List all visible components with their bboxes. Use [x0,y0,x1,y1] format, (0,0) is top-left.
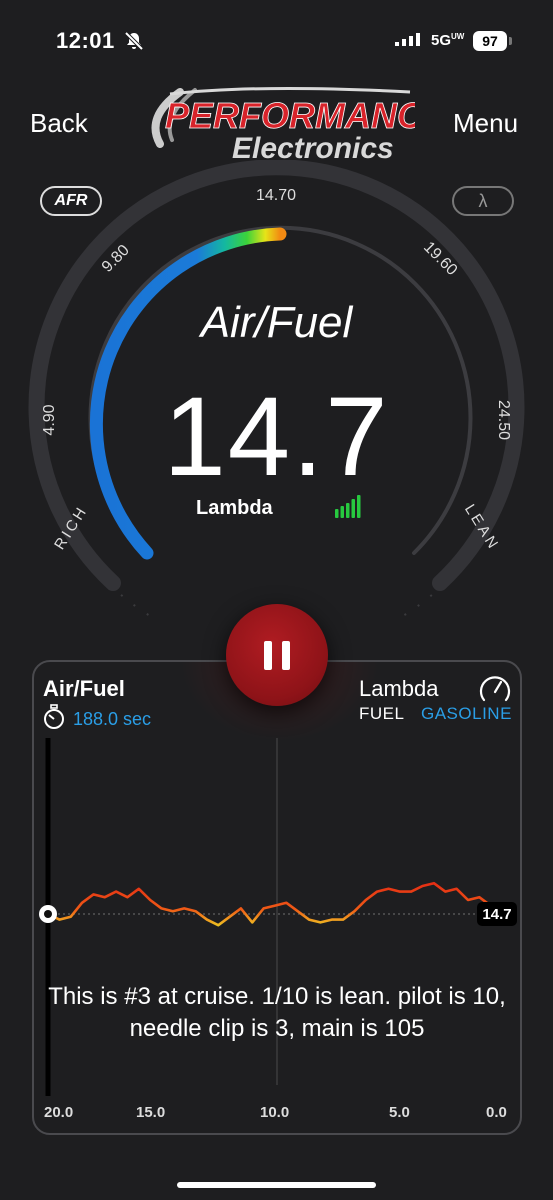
chart-note: This is #3 at cruise. 1/10 is lean. pilo… [48,983,506,1042]
gauge-icon[interactable] [477,672,513,706]
svg-text:PERFORMANCE: PERFORMANCE [165,95,415,136]
series-line [47,881,503,927]
pause-button[interactable] [226,604,328,706]
pause-icon-bar [282,641,290,670]
back-button[interactable]: Back [30,108,88,139]
current-value-label: 14.7 [482,906,511,923]
menu-button[interactable]: Menu [453,108,518,139]
gauge-value: 14.7 [163,374,390,499]
cell-signal-icon [395,33,420,46]
signal-strength-icon [335,495,361,518]
gauge-title: Air/Fuel [200,298,353,347]
performance-electronics-logo: PERFORMANCE Electronics [151,86,415,164]
chart-start-marker [39,905,57,923]
elapsed-time: 188.0 sec [73,709,152,729]
panel-lambda-title: Lambda [359,676,439,701]
x-tick-label: 20.0 [44,1104,74,1121]
panel-title: Air/Fuel [43,676,125,701]
stopwatch-icon [44,704,64,729]
network-type: 5GUW [431,32,465,49]
fuel-value: GASOLINE [421,704,512,723]
x-tick-label: 0.0 [486,1104,507,1121]
status-time: 12:01 [56,28,115,53]
battery-indicator: 97 [473,31,507,51]
home-indicator[interactable] [177,1182,376,1188]
battery-nub [509,37,512,45]
bell-muted-icon [124,31,144,51]
gauge-unit-label: Lambda [196,497,273,519]
x-tick-label: 5.0 [389,1104,410,1121]
pause-icon [264,641,272,670]
svg-text:14.70: 14.70 [256,187,296,204]
x-tick-label: 10.0 [260,1104,290,1121]
fuel-label: FUEL [359,704,405,723]
x-tick-label: 15.0 [136,1104,166,1121]
